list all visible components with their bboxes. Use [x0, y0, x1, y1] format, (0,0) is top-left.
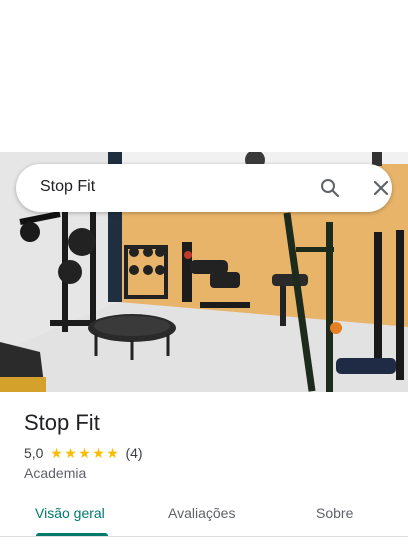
place-category: Academia [24, 465, 87, 481]
search-icon[interactable] [318, 176, 342, 200]
star-icon: ★ [50, 445, 63, 461]
map-background-area [0, 0, 408, 152]
search-input[interactable]: Stop Fit [40, 178, 95, 196]
rating-value: 5,0 [24, 445, 44, 461]
tab-about[interactable]: Sobre [316, 505, 353, 521]
rating-row[interactable]: 5,0 ★ ★ ★ ★ ★ (4) [24, 444, 143, 462]
star-rating: ★ ★ ★ ★ ★ [49, 446, 119, 460]
tab-bar: Visão geral Avaliações Sobre [0, 496, 408, 544]
star-icon: ★ [92, 445, 105, 461]
review-count: (4) [125, 445, 143, 461]
search-bar[interactable]: Stop Fit [16, 164, 392, 212]
star-icon: ★ [78, 445, 91, 461]
star-icon: ★ [64, 445, 77, 461]
tab-overview[interactable]: Visão geral [35, 505, 105, 521]
close-icon[interactable] [369, 176, 393, 200]
place-title: Stop Fit [24, 410, 100, 435]
tab-reviews[interactable]: Avaliações [168, 505, 235, 521]
star-icon: ★ [106, 445, 119, 461]
tabs-divider [0, 536, 408, 537]
